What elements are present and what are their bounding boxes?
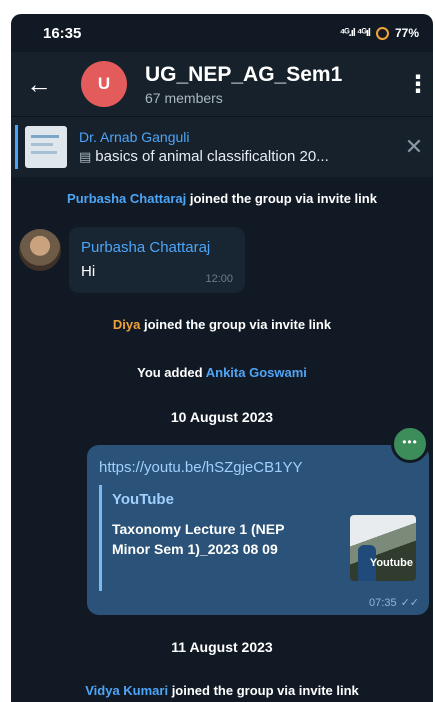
group-avatar[interactable]: U [81,61,127,107]
preview-title: Taxonomy Lecture 1 (NEP Minor Sem 1)_202… [112,521,285,557]
battery-icon [375,26,389,40]
status-indicators: ⁴ᴳ.ıl ⁴ᴳıl 77% [340,26,419,40]
battery-level: 77% [394,26,419,40]
service-text: joined the group via invite link [186,191,377,206]
telegram-screen: 16:35 ⁴ᴳ.ıl ⁴ᴳıl 77% ← U UG_NEP_AG_Sem1 … [11,14,433,702]
share-icon: ••• [402,435,418,449]
pinned-message-bar[interactable]: Dr. Arnab Ganguli ▤ basics of animal clas… [11,116,433,177]
message-link[interactable]: https://youtu.be/hSZgjeCB1YY [99,459,302,476]
service-user-name[interactable]: Ankita Goswami [206,365,307,380]
service-user-name[interactable]: Vidya Kumari [85,683,168,698]
pinned-document: ▤ basics of animal classificaltion 20... [79,148,395,165]
status-time: 16:35 [43,24,82,42]
message-sender[interactable]: Purbasha Chattaraj [81,239,210,256]
chat-header: ← U UG_NEP_AG_Sem1 67 members ⋮ [11,52,433,116]
service-message-join: Diya joined the group via invite link [11,317,433,332]
member-count: 67 members [145,89,223,106]
document-icon: ▤ [79,149,92,164]
pinned-indicator [15,125,18,169]
service-message-join: Vidya Kumari joined the group via invite… [11,683,433,698]
sender-avatar[interactable] [19,229,61,271]
message-time: 12:00 [205,273,233,285]
link-preview[interactable]: YouTube Taxonomy Lecture 1 (NEP Minor Se… [99,485,420,591]
back-arrow-icon[interactable]: ← [15,69,63,100]
pinned-thumbnail [25,126,67,168]
incoming-message[interactable]: Purbasha Chattaraj Hi 12:00 [69,227,245,293]
service-user-name[interactable]: Diya [113,317,140,332]
group-info[interactable]: UG_NEP_AG_Sem1 67 members [145,63,403,106]
close-icon[interactable]: ✕ [395,134,433,160]
message-time: 07:35 ✓✓ [369,597,419,609]
service-text: joined the group via invite link [168,683,359,698]
service-message-added: You added Ankita Goswami [11,365,433,380]
group-title: UG_NEP_AG_Sem1 [145,62,343,86]
service-text: joined the group via invite link [140,317,332,332]
pinned-sender: Dr. Arnab Ganguli [79,129,190,145]
preview-thumbnail[interactable]: Youtube [350,515,416,581]
date-separator: 10 August 2023 [170,409,274,425]
pinned-doc-name: basics of animal classificaltion 20... [95,148,329,165]
service-user-name[interactable]: Purbasha Chattaraj [67,191,186,206]
preview-site: YouTube [112,491,174,508]
share-button[interactable]: ••• [391,425,429,463]
signal-icon: ⁴ᴳ.ıl ⁴ᴳıl [339,27,371,39]
read-check-icon: ✓✓ [400,597,419,609]
status-bar: 16:35 ⁴ᴳ.ıl ⁴ᴳıl 77% [11,14,433,52]
service-message-join: Purbasha Chattaraj joined the group via … [11,191,433,206]
date-separator: 11 August 2023 [171,639,273,655]
service-text: You added [137,365,206,380]
thumbnail-label: Youtube [369,557,413,569]
more-options-icon[interactable]: ⋮ [403,70,433,99]
outgoing-message[interactable]: https://youtu.be/hSZgjeCB1YY YouTube Tax… [87,445,429,615]
message-text: Hi [81,263,96,280]
pinned-content: Dr. Arnab Ganguli ▤ basics of animal clas… [79,129,395,165]
